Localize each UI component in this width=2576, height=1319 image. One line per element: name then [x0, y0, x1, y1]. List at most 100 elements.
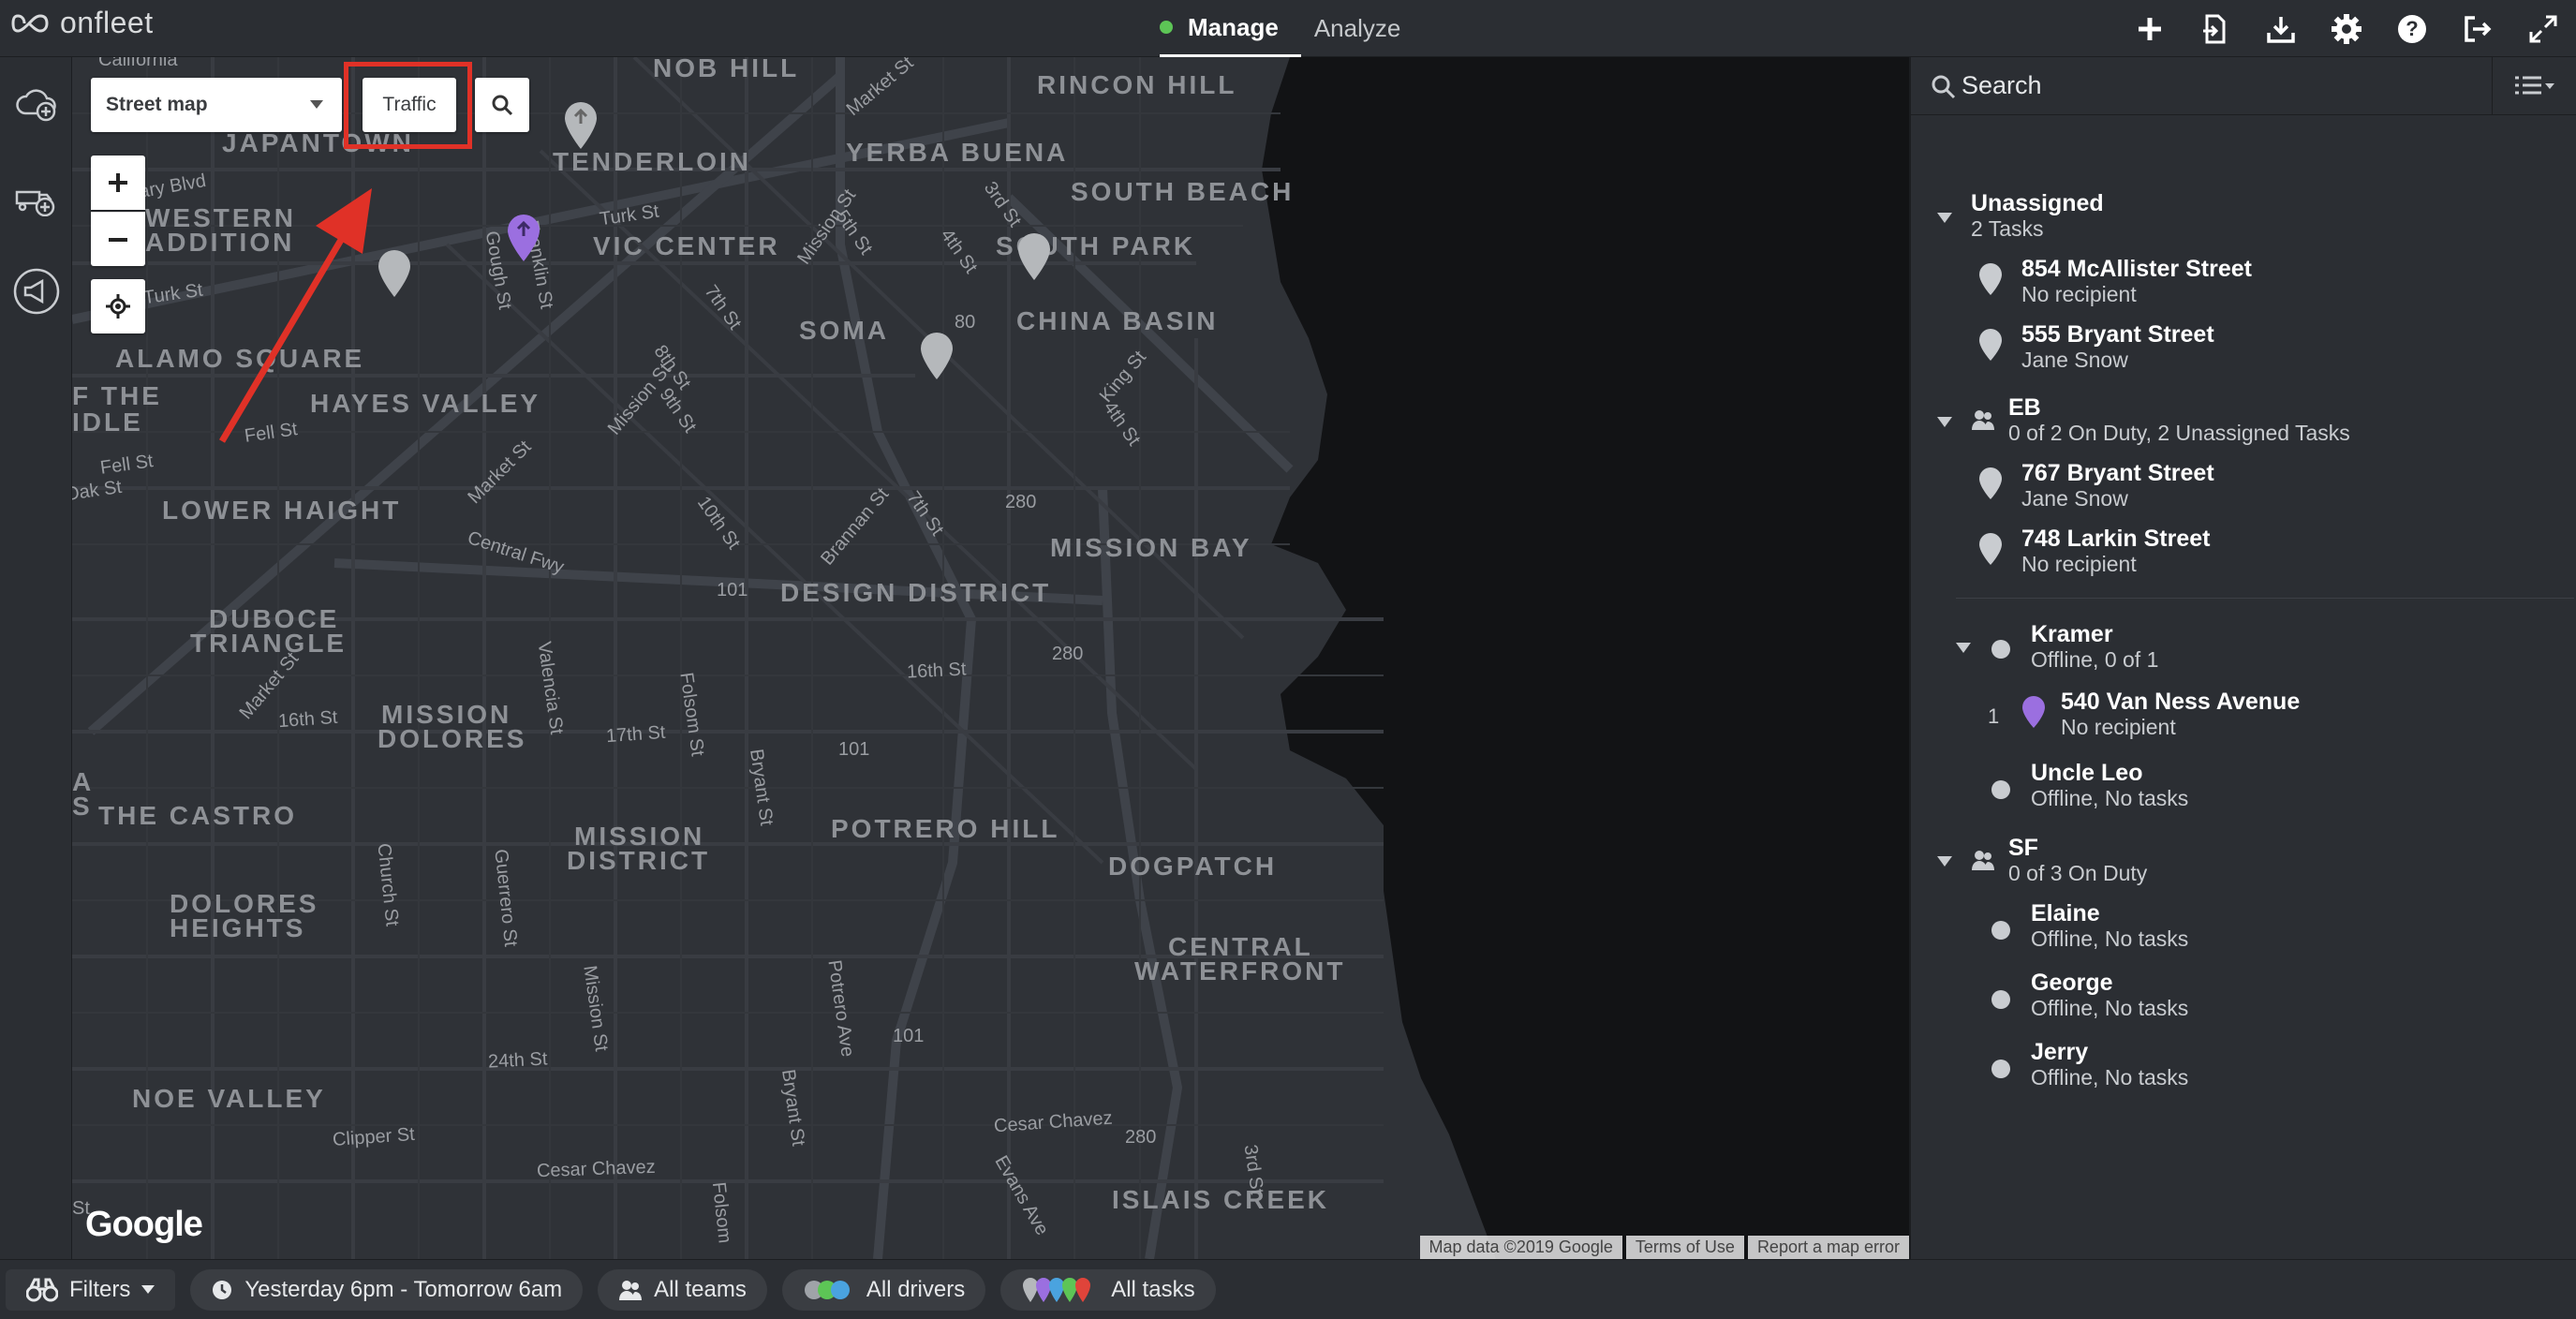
- task-pin-icon[interactable]: [562, 100, 600, 153]
- driver-status: Offline, No tasks: [2031, 1065, 2189, 1089]
- highlight-box: [344, 62, 472, 149]
- drivers-filter[interactable]: All drivers: [781, 1268, 986, 1311]
- list-options-button[interactable]: [2492, 57, 2576, 115]
- task-pin-icon[interactable]: [1015, 231, 1053, 288]
- search-input[interactable]: [1962, 71, 2486, 100]
- driver-status-icon: [1991, 990, 2010, 1009]
- driver-george[interactable]: George Offline, No tasks: [2031, 970, 2188, 1020]
- task-index: 1: [1988, 704, 2000, 728]
- plus-icon: [109, 173, 127, 192]
- onfleet-logo[interactable]: onfleet: [9, 6, 154, 40]
- task-pin-icon: [1979, 467, 2002, 499]
- task-address: 748 Larkin Street: [2021, 526, 2211, 552]
- collapse-caret-icon[interactable]: [1956, 643, 1971, 653]
- team-icon: [1972, 851, 1994, 870]
- binoculars-icon: [26, 1278, 58, 1301]
- task-row[interactable]: 540 Van Ness Avenue No recipient: [2020, 689, 2300, 739]
- task-pin-icon: [1979, 263, 2002, 295]
- chevron-down-icon: [310, 100, 323, 109]
- plus-icon[interactable]: [2117, 0, 2183, 57]
- driver-uncle-leo[interactable]: Uncle Leo Offline, No tasks: [2031, 760, 2188, 810]
- driver-kramer[interactable]: Kramer Offline, 0 of 1: [2031, 621, 2158, 672]
- megaphone-icon[interactable]: [0, 245, 72, 338]
- left-rail: [0, 57, 72, 1259]
- list-icon: [2514, 76, 2554, 95]
- team-sf[interactable]: SF 0 of 3 On Duty: [2008, 835, 2147, 885]
- teams-filter[interactable]: All teams: [598, 1268, 767, 1311]
- help-icon[interactable]: ?: [2379, 0, 2445, 57]
- infinity-logo-icon: [11, 13, 49, 33]
- report-error-link[interactable]: Report a map error: [1747, 1236, 1909, 1259]
- task-recipient: No recipient: [2021, 282, 2137, 306]
- driver-jerry[interactable]: Jerry Offline, No tasks: [2031, 1039, 2188, 1089]
- task-row[interactable]: 767 Bryant Street Jane Snow: [1976, 460, 2214, 511]
- drivers-label: All drivers: [866, 1276, 966, 1302]
- driver-elaine[interactable]: Elaine Offline, No tasks: [2031, 900, 2188, 951]
- task-pin-icon: [1979, 329, 2002, 361]
- driver-name: Jerry: [2031, 1039, 2089, 1065]
- google-logo: Google: [85, 1205, 203, 1244]
- driver-status-icon: [1991, 780, 2010, 799]
- driver-name: Elaine: [2031, 900, 2100, 926]
- add-task-cloud-icon[interactable]: [0, 57, 72, 151]
- collapse-caret-icon[interactable]: [1937, 213, 1952, 223]
- driver-name: George: [2031, 970, 2113, 996]
- task-recipient: Jane Snow: [2021, 348, 2128, 372]
- download-icon[interactable]: [2248, 0, 2314, 57]
- locate-button[interactable]: [91, 279, 145, 333]
- driver-name: Kramer: [2031, 621, 2113, 647]
- task-row[interactable]: 555 Bryant Street Jane Snow: [1976, 321, 2214, 372]
- import-icon[interactable]: [2183, 0, 2248, 57]
- map-search-button[interactable]: [475, 78, 529, 132]
- driver-status-icon: [1991, 640, 2010, 659]
- filter-bar: Filters Yesterday 6pm - Tomorrow 6am All…: [0, 1259, 2576, 1319]
- logout-icon[interactable]: [2445, 0, 2510, 57]
- team-name: SF: [2008, 835, 2038, 861]
- expand-icon[interactable]: [2510, 0, 2576, 57]
- svg-text:?: ?: [2406, 17, 2418, 40]
- search-icon: [492, 95, 513, 116]
- team-status: 0 of 3 On Duty: [2008, 861, 2148, 885]
- brand-name: onfleet: [60, 6, 154, 39]
- zoom-out-button[interactable]: [91, 212, 145, 266]
- filters-button[interactable]: Filters: [6, 1268, 176, 1311]
- tab-manage[interactable]: Manage: [1160, 0, 1301, 57]
- task-pins-icon: [1023, 1277, 1091, 1302]
- map-area[interactable]: NOB HILL RINCON HILL JAPANTOWN TENDERLOI…: [72, 57, 1909, 1259]
- top-actions: ?: [2117, 0, 2576, 57]
- main-nav: Manage Analyze: [1160, 0, 1423, 57]
- gear-icon[interactable]: [2314, 0, 2379, 57]
- task-address: 540 Van Ness Avenue: [2061, 689, 2301, 715]
- task-recipient: No recipient: [2021, 552, 2137, 576]
- collapse-caret-icon[interactable]: [1937, 856, 1952, 867]
- add-driver-icon[interactable]: [0, 151, 72, 245]
- group-subtitle: 2 Tasks: [1971, 216, 2044, 241]
- team-icon: [1972, 410, 1994, 430]
- search-icon: [1932, 75, 1956, 98]
- collapse-caret-icon[interactable]: [1937, 417, 1952, 427]
- task-recipient: No recipient: [2061, 715, 2176, 739]
- task-pin-icon[interactable]: [918, 331, 955, 387]
- map-attribution: Map data ©2019 Google Terms of Use Repor…: [1419, 1236, 1909, 1259]
- time-range-filter[interactable]: Yesterday 6pm - Tomorrow 6am: [190, 1268, 584, 1311]
- panel-search: [1911, 57, 2576, 115]
- task-address: 555 Bryant Street: [2021, 321, 2214, 348]
- teams-label: All teams: [654, 1276, 747, 1302]
- map-type-label: Street map: [106, 94, 208, 115]
- tab-analyze[interactable]: Analyze: [1301, 0, 1424, 57]
- team-eb[interactable]: EB 0 of 2 On Duty, 2 Unassigned Tasks: [2008, 394, 2350, 445]
- group-unassigned[interactable]: Unassigned 2 Tasks: [1971, 190, 2104, 241]
- driver-status: Offline, No tasks: [2031, 786, 2189, 810]
- map-type-select[interactable]: Street map: [91, 78, 342, 132]
- tasks-filter[interactable]: All tasks: [1000, 1268, 1216, 1311]
- team-name: EB: [2008, 394, 2041, 421]
- task-row[interactable]: 748 Larkin Street No recipient: [1976, 526, 2211, 576]
- task-pin-purple-icon[interactable]: [505, 213, 542, 265]
- driver-status-dots-icon: [804, 1280, 850, 1299]
- driver-status: Offline, 0 of 1: [2031, 647, 2159, 672]
- zoom-in-button[interactable]: [91, 156, 145, 210]
- task-address: 767 Bryant Street: [2021, 460, 2214, 486]
- crosshair-icon: [106, 294, 130, 319]
- terms-link[interactable]: Terms of Use: [1625, 1236, 1744, 1259]
- task-row[interactable]: 854 McAllister Street No recipient: [1976, 256, 2252, 306]
